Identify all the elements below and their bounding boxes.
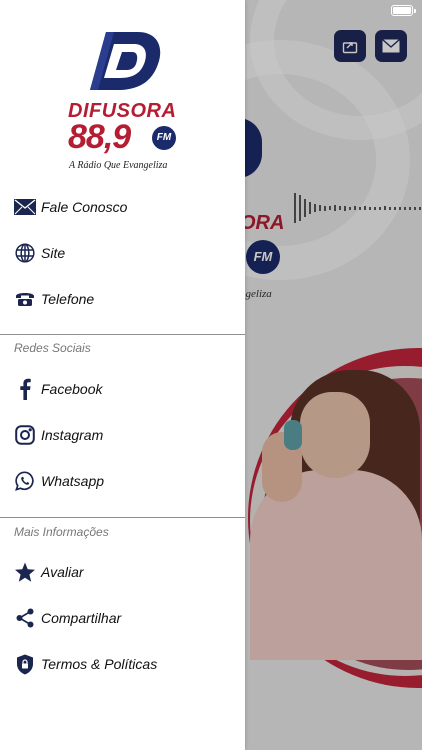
divider	[0, 517, 245, 518]
globe-icon	[14, 242, 36, 264]
station-logo: DIFUSORA 88,9 FM A Rádio Que Evangeliza	[40, 22, 210, 178]
whatsapp-icon	[14, 470, 36, 492]
section-title-mais-informacoes: Mais Informações	[14, 525, 109, 539]
mail-icon	[14, 196, 36, 218]
phone-icon	[14, 288, 36, 310]
menu-item-label: Compartilhar	[41, 610, 122, 626]
instagram-icon	[14, 424, 36, 446]
menu-item-termos[interactable]: Termos & Políticas	[0, 644, 245, 684]
section-title-redes-sociais: Redes Sociais	[14, 341, 91, 355]
menu-item-label: Avaliar	[41, 564, 84, 580]
menu-item-label: Fale Conosco	[41, 199, 128, 215]
side-drawer: DIFUSORA 88,9 FM A Rádio Que Evangeliza …	[0, 0, 245, 750]
menu-item-label: Instagram	[41, 427, 104, 443]
menu-item-facebook[interactable]: Facebook	[0, 369, 245, 409]
menu-item-avaliar[interactable]: Avaliar	[0, 552, 245, 592]
star-icon	[14, 561, 36, 583]
menu-item-site[interactable]: Site	[0, 233, 245, 273]
logo-fm-badge: FM	[152, 126, 176, 150]
shield-icon	[14, 653, 36, 675]
share-icon	[14, 607, 36, 629]
menu-item-telefone[interactable]: Telefone	[0, 279, 245, 319]
logo-d-icon	[90, 32, 161, 90]
divider	[0, 334, 245, 335]
menu-item-whatsapp[interactable]: Whatsapp	[0, 461, 245, 501]
menu-item-label: Facebook	[41, 381, 103, 397]
battery-icon	[391, 5, 416, 16]
menu-item-instagram[interactable]: Instagram	[0, 415, 245, 455]
logo-tagline: A Rádio Que Evangeliza	[69, 160, 168, 171]
facebook-icon	[14, 378, 36, 400]
menu-item-label: Telefone	[41, 291, 95, 307]
menu-item-compartilhar[interactable]: Compartilhar	[0, 598, 245, 638]
menu-item-label: Site	[41, 245, 66, 261]
menu-item-label: Whatsapp	[41, 473, 105, 489]
menu-item-fale-conosco[interactable]: Fale Conosco	[0, 187, 245, 227]
menu-item-label: Termos & Políticas	[41, 656, 158, 672]
logo-frequency: 88,9	[68, 118, 131, 156]
